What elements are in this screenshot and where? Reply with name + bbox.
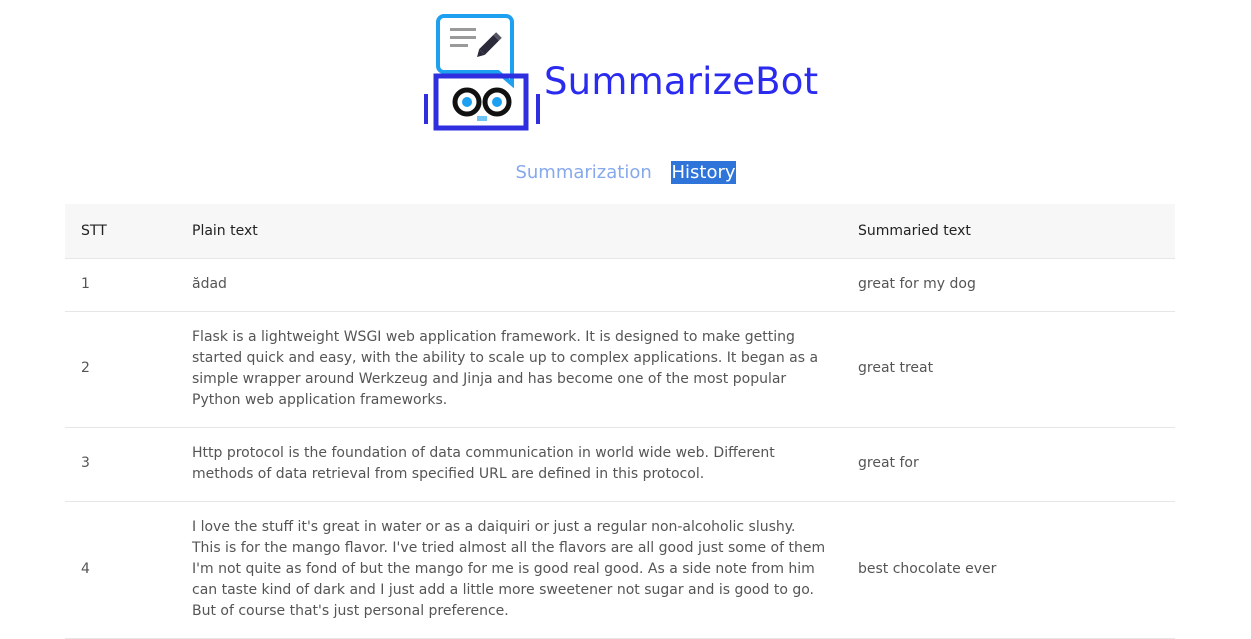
nav-link-summarization[interactable]: Summarization: [515, 161, 651, 184]
cell-summaried-text: great for my dog: [842, 258, 1175, 312]
brand-name: SummarizeBot: [544, 60, 819, 103]
cell-stt: 2: [65, 311, 176, 428]
cell-summaried-text: great treat: [842, 311, 1175, 428]
header-summaried-text: Summaried text: [842, 204, 1175, 259]
cell-summaried-text: great for: [842, 427, 1175, 502]
table-row: 2 Flask is a lightweight WSGI web applic…: [65, 311, 1175, 428]
cell-stt: 4: [65, 501, 176, 639]
header: SummarizeBot: [0, 0, 1251, 150]
history-table: STT Plain text Summaried text 1 ădad gre…: [65, 204, 1175, 639]
cell-stt: 1: [65, 258, 176, 312]
header-stt: STT: [65, 204, 176, 259]
cell-plain-text: Http protocol is the foundation of data …: [176, 427, 842, 502]
cell-plain-text: I love the stuff it's great in water or …: [176, 501, 842, 639]
cell-plain-text: Flask is a lightweight WSGI web applicat…: [176, 311, 842, 428]
nav-link-history[interactable]: History: [671, 161, 736, 184]
cell-stt: 3: [65, 427, 176, 502]
main-nav: Summarization History: [0, 161, 1251, 189]
table-header-row: STT Plain text Summaried text: [65, 204, 1175, 259]
table-row: 3 Http protocol is the foundation of dat…: [65, 427, 1175, 502]
table-row: 4 I love the stuff it's great in water o…: [65, 501, 1175, 639]
cell-plain-text: ădad: [176, 258, 842, 312]
cell-summaried-text: best chocolate ever: [842, 501, 1175, 639]
header-plain-text: Plain text: [176, 204, 842, 259]
table-row: 1 ădad great for my dog: [65, 258, 1175, 312]
robot-logo-icon: [422, 12, 544, 136]
